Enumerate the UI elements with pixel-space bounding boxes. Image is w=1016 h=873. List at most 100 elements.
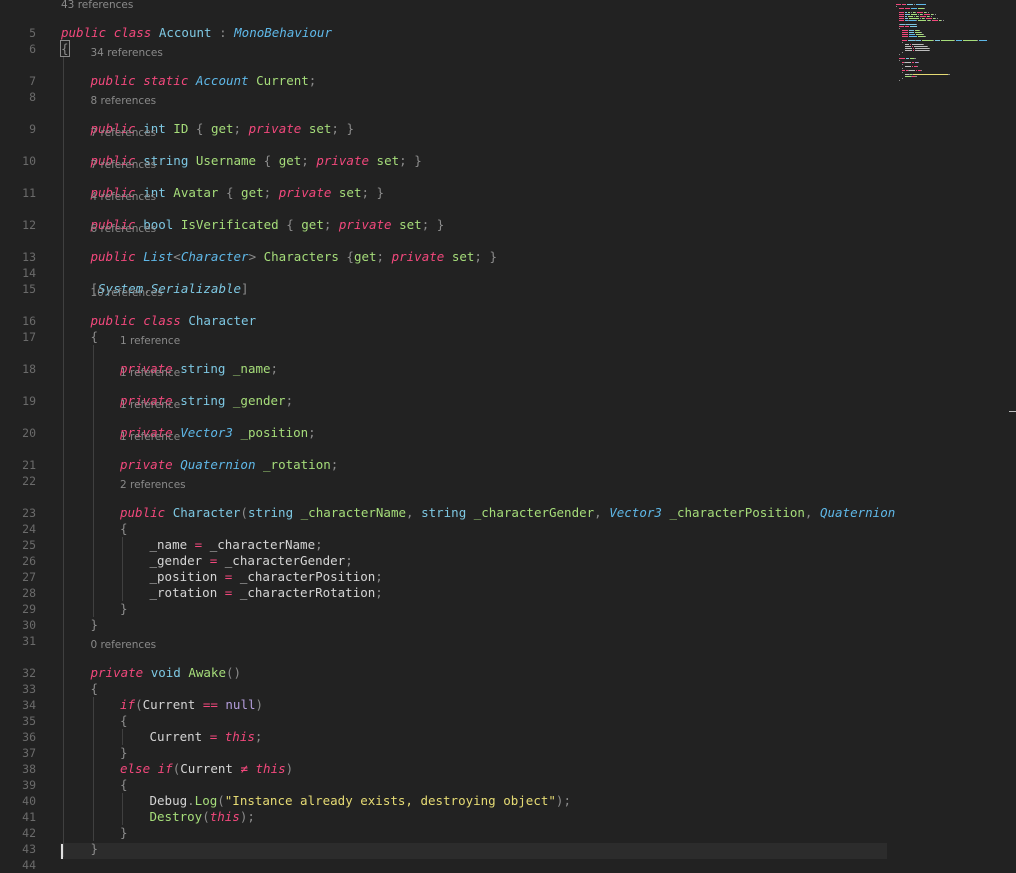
code-token: ; [345, 553, 353, 568]
code-token: } [120, 745, 128, 760]
code-line[interactable]: private void Awake() [91, 665, 242, 681]
current-line-highlight [60, 843, 887, 859]
minimap-token [924, 18, 925, 19]
codelens-reference-count[interactable]: 6 references [91, 223, 157, 235]
code-line[interactable]: { [60, 40, 70, 57]
line-number: 41 [22, 810, 36, 824]
code-line[interactable]: public class Character [91, 313, 257, 329]
code-line[interactable]: } [120, 825, 128, 841]
codelens-reference-count[interactable]: 1 reference [120, 367, 180, 379]
codelens-reference-count[interactable]: 1 reference [120, 399, 180, 411]
code-token: { [286, 217, 294, 232]
codelens-reference-count[interactable]: 2 references [120, 479, 186, 491]
code-line[interactable]: _gender = _characterGender; [150, 553, 353, 569]
code-line[interactable]: if(Current == null) [120, 697, 263, 713]
codelens-reference-count[interactable]: 43 references [61, 0, 133, 11]
minimap-token [941, 40, 954, 41]
code-line[interactable]: public class Account : MonoBehaviour [61, 25, 332, 41]
codelens-reference-count[interactable]: 34 references [91, 47, 163, 59]
minimap-token [915, 12, 916, 13]
codelens-reference-count[interactable]: 1 reference [120, 431, 180, 443]
code-line[interactable]: _position = _characterPosition; [150, 569, 383, 585]
code-token: } [90, 617, 99, 632]
code-line[interactable]: else if(Current ≠ this) [120, 761, 293, 777]
line-number: 37 [22, 746, 36, 760]
code-token: ; [330, 457, 339, 472]
code-line[interactable]: Current = this; [150, 729, 263, 745]
code-line[interactable]: } [120, 601, 128, 617]
minimap-token [918, 16, 919, 17]
minimap-token [963, 40, 977, 41]
scrollbar-position-marker[interactable] [1009, 411, 1016, 412]
code-token: Awake [188, 665, 226, 680]
minimap-token [905, 14, 910, 15]
code-line[interactable]: { [91, 329, 99, 345]
codelens-reference-count[interactable]: 8 references [91, 95, 157, 107]
code-token: MonoBehaviour [234, 25, 332, 40]
code-token: ; [331, 121, 339, 136]
line-number: 17 [22, 330, 36, 344]
code-token: , [406, 505, 414, 520]
minimap-token [913, 48, 914, 49]
code-token: _characterGender [473, 505, 595, 520]
codelens-reference-count[interactable]: 1 reference [120, 335, 180, 347]
minimap-token [916, 70, 917, 71]
minimap-token [905, 44, 909, 45]
code-token: List [143, 249, 174, 264]
minimap[interactable] [890, 0, 1016, 100]
code-line[interactable]: { [120, 777, 128, 793]
codelens-reference-count[interactable]: 10 references [91, 287, 163, 299]
code-line[interactable]: public List<Character> Characters {get; … [91, 249, 497, 265]
code-line[interactable]: Destroy(this); [150, 809, 255, 825]
code-token: _rotation [149, 585, 218, 600]
code-token: ; [308, 73, 317, 88]
code-line[interactable]: } [91, 617, 99, 633]
code-token: ( [240, 505, 248, 520]
codelens-reference-count[interactable]: 7 references [91, 127, 157, 139]
code-line[interactable]: _name = _characterName; [150, 537, 323, 553]
code-line[interactable]: private Quaternion _rotation; [120, 457, 338, 473]
code-line[interactable]: { [91, 681, 99, 697]
minimap-token [913, 50, 914, 51]
code-token: ( [135, 697, 143, 712]
code-line[interactable]: public static Account Current; [91, 73, 317, 89]
minimap-token [909, 30, 914, 31]
minimap-token [914, 58, 916, 59]
code-token: } [414, 153, 422, 168]
code-line[interactable]: } [91, 841, 99, 857]
code-token: _rotation [263, 457, 331, 472]
code-token: } [346, 121, 354, 136]
code-token: private [338, 217, 392, 232]
codelens-reference-count[interactable]: 4 references [91, 191, 157, 203]
line-number: 40 [22, 794, 36, 808]
code-token: _characterRotation [239, 585, 376, 600]
minimap-token [935, 14, 936, 15]
minimap-token [922, 40, 933, 41]
minimap-token [922, 14, 923, 15]
code-token: _gender [232, 393, 286, 408]
codelens-reference-count[interactable]: 7 references [91, 159, 157, 171]
line-number: 10 [22, 154, 36, 168]
minimap-token [905, 16, 907, 17]
code-editor[interactable]: 5 6 7 8 9 10 11 12 13 14 15 16 17 18 19 20 21 22 23 24 25 26 2… [0, 0, 1016, 872]
code-line[interactable]: { [120, 713, 128, 729]
code-token: public [90, 249, 136, 264]
minimap-token [933, 40, 934, 41]
line-number: 11 [22, 186, 36, 200]
minimap-token [905, 12, 907, 13]
code-line[interactable]: } [120, 745, 128, 761]
code-line[interactable]: { [120, 521, 128, 537]
code-token: Username [195, 153, 257, 168]
line-number: 32 [22, 666, 36, 680]
code-line[interactable]: _rotation = _characterRotation; [150, 585, 383, 601]
code-token: ID [173, 121, 189, 136]
code-line[interactable]: Debug.Log("Instance already exists, dest… [150, 793, 571, 809]
minimap-token [899, 28, 900, 29]
minimap-token [908, 40, 915, 41]
codelens-reference-count[interactable]: 0 references [91, 639, 157, 651]
code-line[interactable]: public Character(string _characterName, … [120, 505, 895, 521]
